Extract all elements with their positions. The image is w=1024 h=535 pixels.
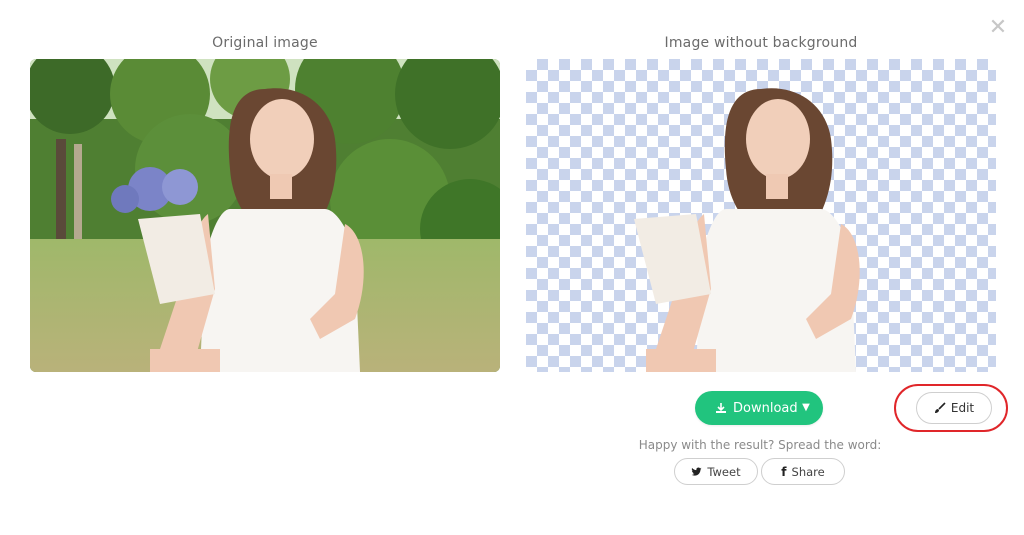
download-main[interactable]: Download <box>695 401 798 416</box>
edit-button[interactable]: Edit <box>916 392 992 424</box>
caret-down-icon[interactable]: ▼ <box>799 401 813 415</box>
facebook-icon: f <box>781 464 787 479</box>
download-label: Download <box>733 400 798 416</box>
original-image-caption: Original image <box>212 35 318 51</box>
facebook-share-button[interactable]: f Share <box>761 458 845 485</box>
result-image <box>526 59 996 372</box>
tweet-button[interactable]: Tweet <box>674 458 758 485</box>
brush-icon <box>934 402 946 413</box>
twitter-icon <box>691 467 702 476</box>
original-image <box>30 59 500 372</box>
result-image-caption: Image without background <box>664 35 858 51</box>
remove-background-result-dialog: ✕ Original image Image without backgroun… <box>0 0 1024 535</box>
share-label: Share <box>791 464 825 479</box>
download-button[interactable]: Download ▼ <box>695 391 823 425</box>
edit-label: Edit <box>950 401 975 415</box>
download-icon <box>716 403 726 413</box>
share-prompt: Happy with the result? Spread the word: <box>638 438 882 452</box>
tweet-label: Tweet <box>707 464 741 479</box>
